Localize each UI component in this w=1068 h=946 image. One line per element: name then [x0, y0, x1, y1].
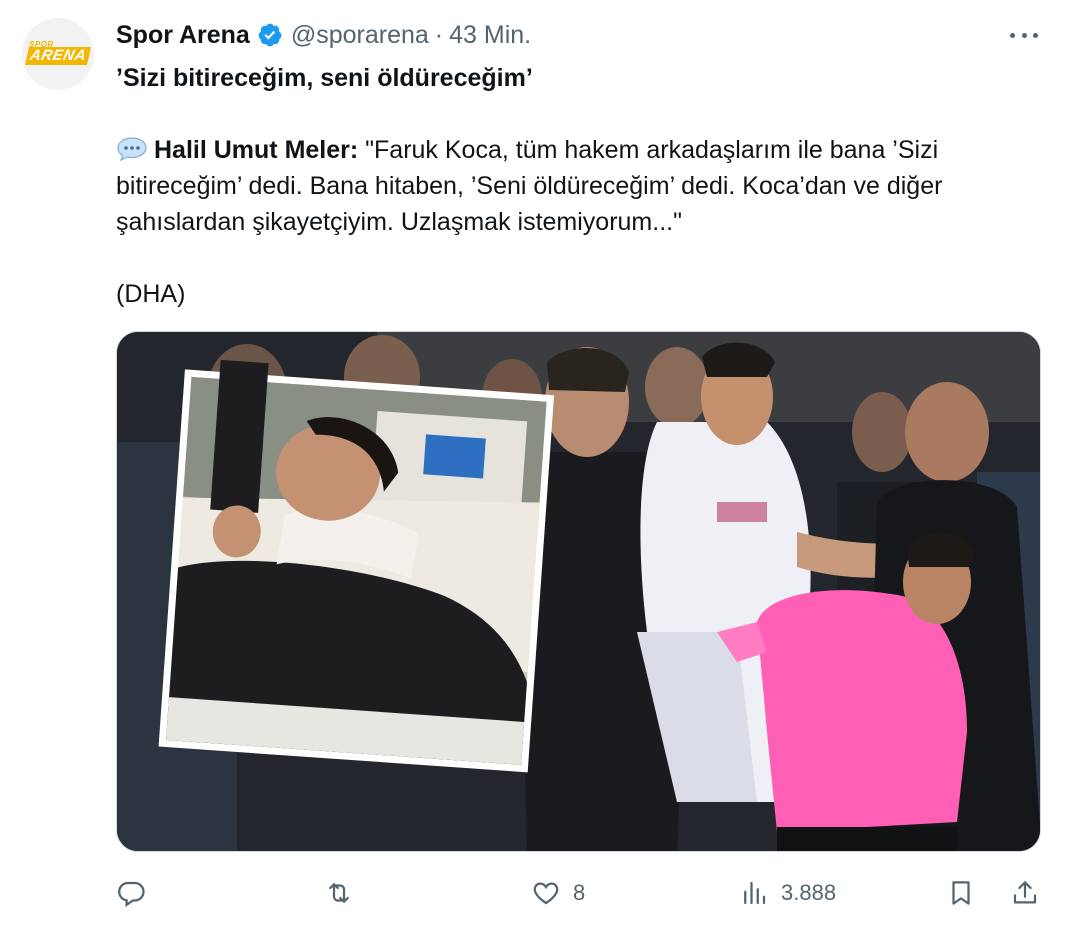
avatar[interactable]: SPOR ARENA — [22, 18, 94, 90]
more-dot-icon — [1010, 32, 1015, 38]
bookmark-icon — [952, 881, 970, 905]
timestamp[interactable]: 43 Min. — [449, 21, 531, 50]
display-name[interactable]: Spor Arena — [116, 21, 250, 50]
views-button[interactable]: 3.888 — [739, 866, 836, 920]
speech-balloon-icon — [117, 137, 147, 162]
like-count: 8 — [573, 880, 586, 905]
handle[interactable]: @sporarena — [291, 21, 429, 50]
tweet-header: Spor Arena @sporarena · 43 Min. — [116, 18, 531, 52]
tweet[interactable]: SPOR ARENA Spor Arena @sporarena · 43 Mi… — [0, 0, 1068, 946]
views-count: 3.888 — [781, 880, 837, 905]
quote-paragraph: Halil Umut Meler: "Faruk Koca, tüm hakem… — [116, 132, 1036, 240]
more-dot-icon — [1021, 32, 1027, 38]
more-options-button[interactable] — [1006, 22, 1042, 48]
heart-icon — [533, 882, 559, 905]
reply-icon — [118, 881, 145, 908]
source-text: (DHA) — [116, 280, 186, 308]
retweet-button[interactable] — [324, 866, 366, 920]
separator-dot: · — [434, 20, 444, 49]
more-dot-icon — [1033, 32, 1038, 38]
tweet-actions: 8 3.888 — [0, 866, 1068, 920]
avatar-logo-text: ARENA — [25, 47, 91, 65]
bookmark-button[interactable] — [946, 866, 976, 920]
tweet-headline: ’Sizi bitireceğim, seni öldüreceğim’ — [116, 64, 533, 92]
share-icon — [1013, 881, 1037, 904]
like-button[interactable]: 8 — [531, 866, 585, 920]
tweet-media-image[interactable] — [116, 331, 1041, 852]
retweet-icon — [329, 883, 349, 903]
verified-badge-icon[interactable] — [257, 22, 283, 48]
views-bar-chart-icon — [744, 881, 766, 905]
reply-button[interactable] — [116, 866, 158, 920]
speaker-name: Halil Umut Meler: — [154, 136, 359, 164]
tweet-text: ’Sizi bitireceğim, seni öldüreceğim’ Hal… — [116, 60, 1036, 312]
share-button[interactable] — [1010, 866, 1040, 920]
photo-composite — [117, 332, 1040, 851]
